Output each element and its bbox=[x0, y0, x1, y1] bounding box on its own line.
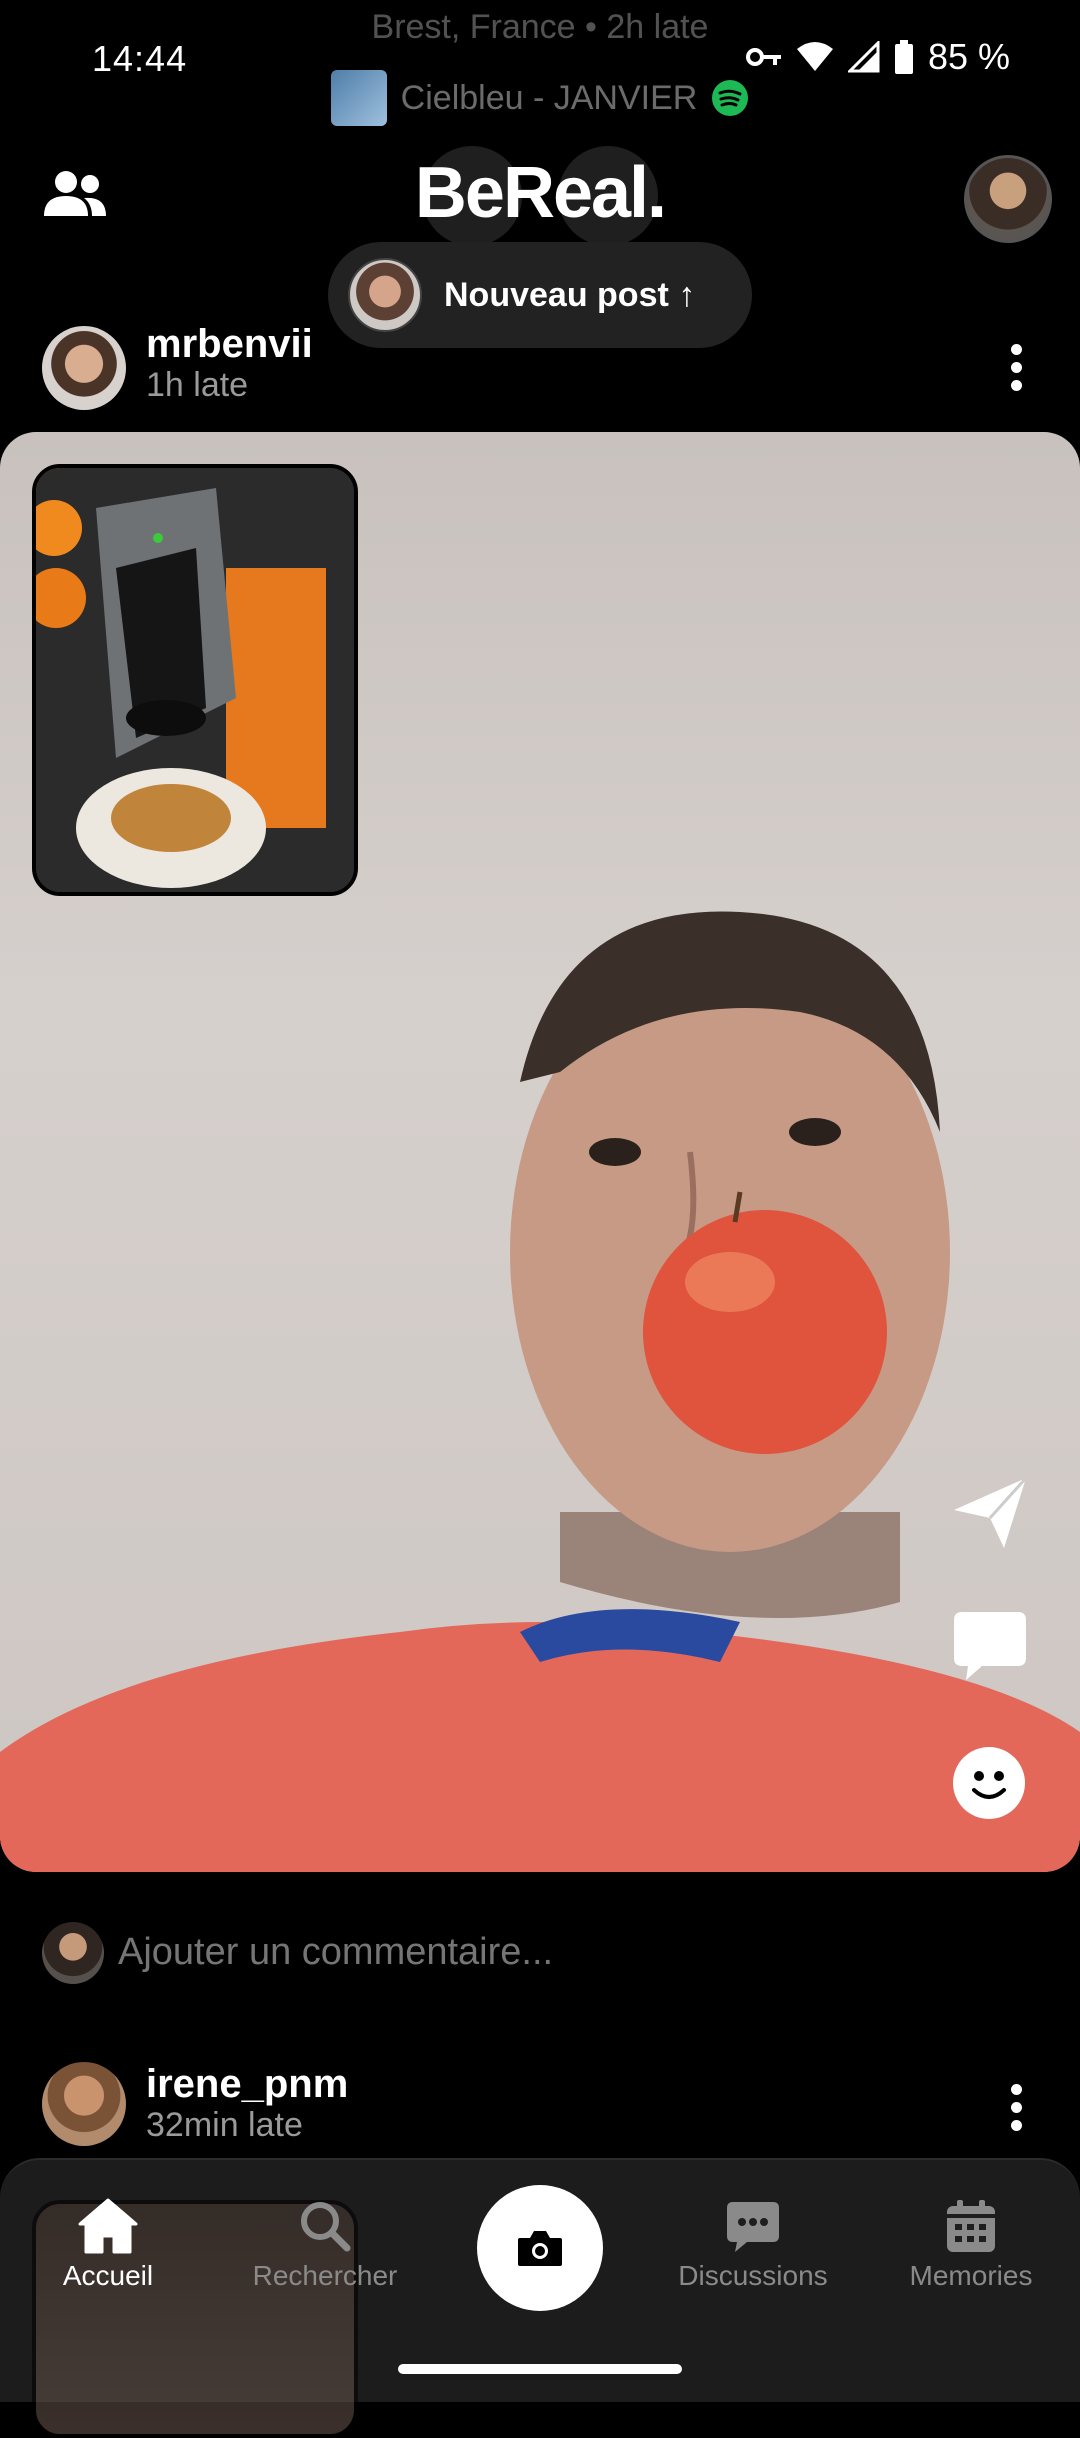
new-post-label: Nouveau post ↑ bbox=[444, 275, 696, 314]
post-username[interactable]: mrbenvii bbox=[146, 322, 313, 367]
new-post-avatar bbox=[348, 258, 422, 332]
profile-avatar[interactable] bbox=[964, 155, 1052, 243]
camera-icon bbox=[518, 2231, 562, 2266]
new-post-button[interactable]: Nouveau post ↑ bbox=[328, 242, 752, 348]
comment-icon[interactable] bbox=[952, 1608, 1028, 1684]
coffee-machine-illustration bbox=[36, 468, 354, 892]
chat-bubble-icon bbox=[727, 2202, 779, 2252]
nav-label: Accueil bbox=[62, 2260, 154, 2291]
post-author-avatar[interactable] bbox=[42, 2062, 126, 2146]
home-indicator[interactable] bbox=[398, 2364, 682, 2374]
location-line: Brest, France • 2h late bbox=[371, 8, 709, 46]
calendar-icon bbox=[947, 2200, 995, 2252]
secondary-photo[interactable] bbox=[32, 464, 358, 896]
post-author-avatar[interactable] bbox=[42, 326, 126, 410]
send-icon[interactable] bbox=[950, 1472, 1030, 1552]
nav-search[interactable]: Rechercher bbox=[225, 2198, 425, 2292]
music-row[interactable]: Cielbleu - JANVIER bbox=[0, 70, 1080, 126]
nav-discussions[interactable]: Discussions bbox=[653, 2198, 853, 2292]
camera-button[interactable] bbox=[477, 2185, 603, 2311]
nav-home[interactable]: Accueil bbox=[8, 2198, 208, 2292]
nav-label: Memories bbox=[909, 2260, 1033, 2291]
post-late-label: 32min late bbox=[146, 2106, 303, 2144]
comment-input[interactable] bbox=[116, 1930, 820, 1975]
search-icon bbox=[301, 2202, 351, 2252]
post-late-label: 1h late bbox=[146, 366, 249, 404]
comment-user-avatar bbox=[42, 1922, 104, 1984]
react-smile-icon[interactable] bbox=[952, 1746, 1026, 1820]
spotify-icon bbox=[712, 80, 749, 116]
more-options-icon[interactable] bbox=[1009, 2084, 1023, 2138]
nav-label: Rechercher bbox=[252, 2260, 398, 2291]
home-icon bbox=[78, 2198, 138, 2254]
more-options-icon[interactable] bbox=[1009, 344, 1023, 398]
nav-label: Discussions bbox=[678, 2260, 828, 2291]
album-art-icon bbox=[330, 70, 387, 126]
music-track: Cielbleu - JANVIER bbox=[400, 78, 698, 117]
post-username[interactable]: irene_pnm bbox=[146, 2062, 348, 2107]
vpn-key-icon bbox=[745, 48, 781, 66]
nav-memories[interactable]: Memories bbox=[871, 2198, 1071, 2292]
app-logo: BeReal. bbox=[414, 153, 667, 233]
